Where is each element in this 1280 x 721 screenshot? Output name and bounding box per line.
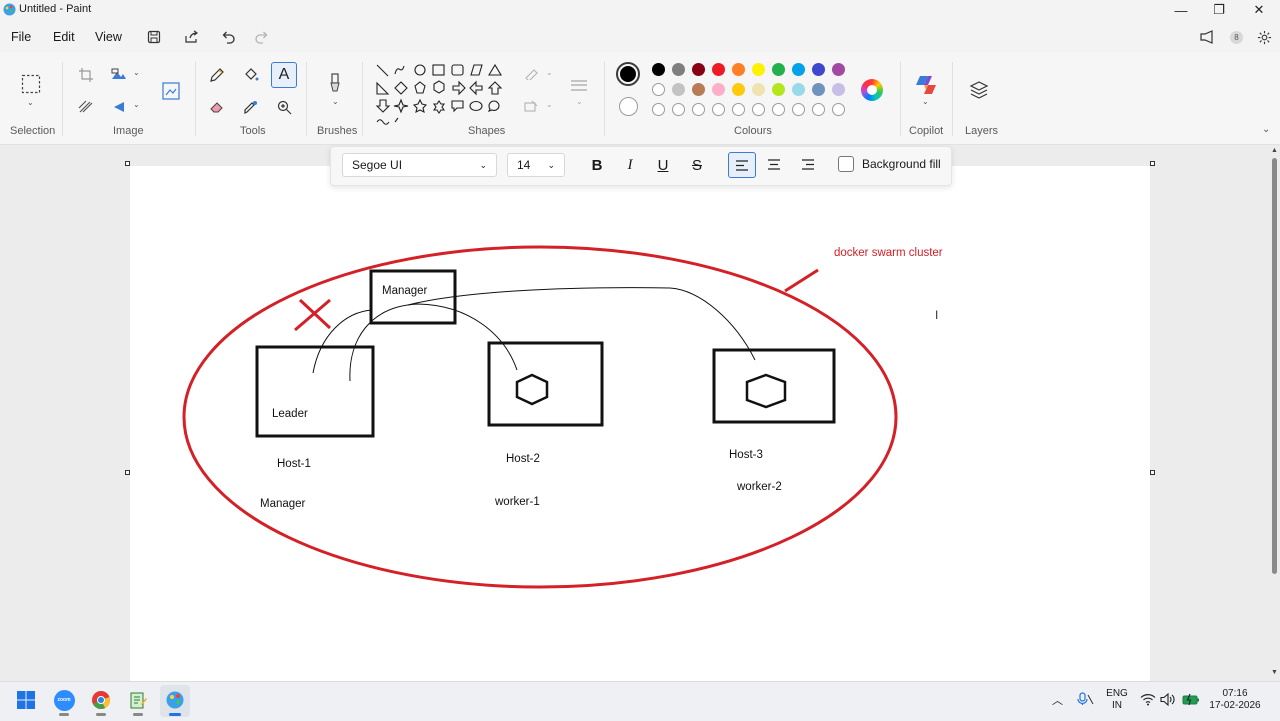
zoom-running-indicator: [59, 713, 69, 716]
font-family-chevron-down-icon: ⌄: [479, 159, 487, 170]
region-code: IN: [1112, 700, 1122, 711]
leader-box-label: Leader: [272, 408, 308, 420]
scroll-up-arrow-icon[interactable]: ▲: [1271, 147, 1278, 154]
cluster-label: docker swarm cluster: [834, 247, 943, 259]
strikethrough-button[interactable]: S: [685, 154, 709, 176]
font-size-dropdown[interactable]: 14 ⌄: [507, 153, 565, 177]
host1-role-label: Manager: [260, 498, 306, 510]
notepad-running-indicator: [133, 713, 143, 716]
align-right-button[interactable]: [796, 152, 820, 176]
wifi-icon[interactable]: [1140, 693, 1156, 709]
host3-label: Host-3: [729, 449, 763, 461]
align-center-icon: [768, 158, 780, 170]
battery-charging-icon[interactable]: [1182, 693, 1200, 709]
scrollbar-thumb[interactable]: [1272, 158, 1277, 574]
background-fill-checkbox[interactable]: [838, 156, 854, 172]
underline-button[interactable]: U: [651, 154, 675, 176]
font-size-chevron-down-icon: ⌄: [547, 159, 555, 170]
bold-button[interactable]: B: [585, 154, 609, 176]
align-left-icon: [736, 159, 748, 171]
paint-taskbar-icon[interactable]: [163, 688, 187, 712]
host1-label: Host-1: [277, 458, 311, 470]
chrome-running-indicator: [96, 713, 106, 716]
font-family-value: Segoe UI: [352, 158, 403, 172]
background-fill-label: Background fill: [862, 157, 941, 171]
clock-date: 17-02-2026: [1209, 700, 1261, 711]
align-center-button[interactable]: [762, 152, 786, 176]
font-size-value: 14: [517, 158, 531, 172]
clock[interactable]: 07:16 17-02-2026: [1206, 688, 1264, 712]
clock-time: 07:16: [1222, 688, 1248, 699]
host2-role-label: worker-1: [495, 496, 540, 508]
scroll-down-arrow-icon[interactable]: ▼: [1271, 669, 1278, 676]
windows-start-icon[interactable]: [14, 688, 38, 712]
align-left-button[interactable]: [728, 152, 756, 178]
paint-active-indicator: [169, 713, 181, 716]
font-family-dropdown[interactable]: Segoe UI ⌄: [342, 153, 497, 177]
language-indicator[interactable]: ENG IN: [1104, 688, 1130, 712]
volume-icon[interactable]: [1160, 692, 1176, 709]
zoom-app-icon[interactable]: zoom: [52, 688, 76, 712]
chrome-app-icon[interactable]: [89, 688, 113, 712]
italic-button[interactable]: I: [618, 154, 642, 176]
canvas-drawing: [182, 245, 898, 589]
notepad-app-icon[interactable]: [126, 688, 150, 712]
host3-role-label: worker-2: [737, 481, 782, 493]
text-cursor-icon: I: [935, 308, 939, 322]
manager-box-label: Manager: [382, 285, 428, 297]
show-hidden-icons-chevron-icon[interactable]: ︿: [1052, 692, 1063, 708]
language-code: ENG: [1106, 688, 1128, 699]
zoom-app-badge: zoom: [53, 689, 75, 711]
microphone-icon[interactable]: [1076, 692, 1094, 709]
align-right-icon: [802, 158, 814, 170]
host2-label: Host-2: [506, 453, 540, 465]
